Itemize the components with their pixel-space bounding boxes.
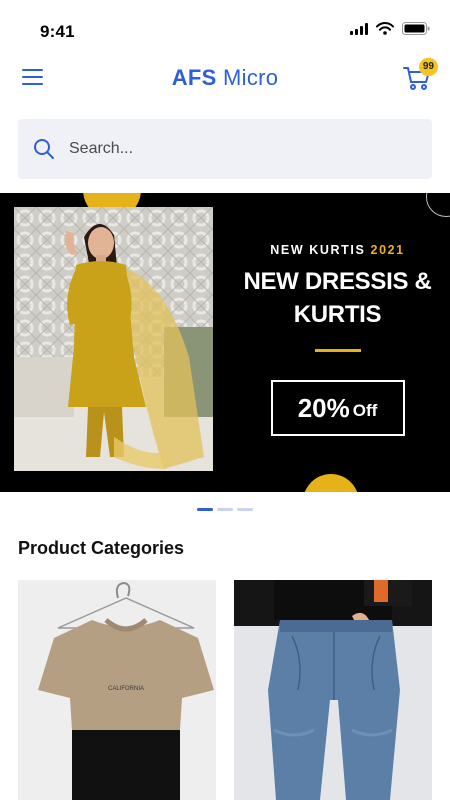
offer-badge[interactable]: 20% Off bbox=[270, 380, 405, 436]
banner-title-line2: KURTIS bbox=[293, 301, 382, 328]
jeans-image bbox=[234, 580, 432, 800]
wifi-icon bbox=[376, 22, 394, 35]
battery-icon bbox=[402, 22, 430, 35]
search-icon[interactable] bbox=[33, 138, 55, 160]
tshirt-print: CALIFORNIA bbox=[108, 686, 144, 692]
status-bar: 9:41 bbox=[0, 0, 450, 56]
brand-light: Micro bbox=[223, 65, 279, 90]
status-icons bbox=[350, 22, 430, 35]
banner-image bbox=[14, 207, 213, 471]
offer-suffix: Off bbox=[352, 401, 378, 420]
banner-kicker-text: NEW KURTIS bbox=[270, 243, 366, 257]
promo-banner[interactable]: NEW KURTIS 2021 NEW DRESSIS & KURTIS 20%… bbox=[0, 193, 450, 492]
banner-divider bbox=[314, 349, 361, 352]
category-card-jeans[interactable] bbox=[234, 580, 432, 800]
offer-value: 20% bbox=[297, 392, 350, 423]
cart-button[interactable]: 99 bbox=[402, 58, 438, 92]
status-time: 9:41 bbox=[40, 22, 75, 41]
carousel-indicator bbox=[0, 508, 450, 511]
search-bar bbox=[18, 119, 432, 179]
carousel-dot[interactable] bbox=[217, 508, 233, 511]
carousel-dot[interactable] bbox=[237, 508, 253, 511]
carousel-dot[interactable] bbox=[197, 508, 213, 511]
decorative-circle bbox=[303, 474, 359, 492]
decorative-ring bbox=[426, 193, 450, 217]
banner-kicker: NEW KURTIS 2021 bbox=[225, 243, 450, 257]
brand-bold: AFS bbox=[171, 65, 217, 90]
signal-icon bbox=[350, 22, 368, 35]
cart-count-badge: 99 bbox=[418, 58, 438, 76]
banner-title-line1: NEW DRESSIS & bbox=[243, 268, 432, 295]
banner-content: NEW KURTIS 2021 NEW DRESSIS & KURTIS 20%… bbox=[225, 243, 450, 436]
app-logo: AFS Micro bbox=[0, 65, 450, 91]
category-card-tshirt[interactable]: CALIFORNIA bbox=[18, 580, 216, 800]
app-header: AFS Micro 99 bbox=[0, 58, 450, 98]
tshirt-image: CALIFORNIA bbox=[38, 581, 214, 800]
search-input[interactable] bbox=[69, 140, 409, 158]
section-title: Product Categories bbox=[18, 538, 185, 558]
banner-title: NEW DRESSIS & KURTIS bbox=[225, 265, 450, 331]
banner-kicker-year: 2021 bbox=[370, 243, 405, 257]
